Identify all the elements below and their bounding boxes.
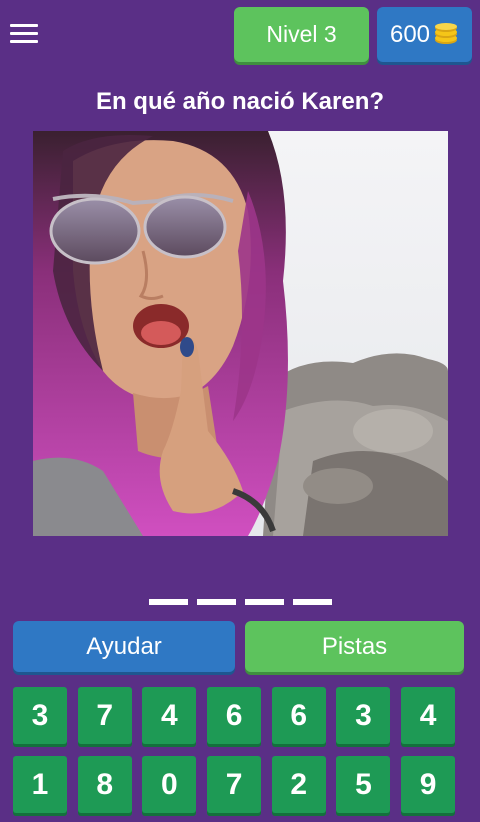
digit-key[interactable]: 5 (336, 756, 391, 813)
digit-key[interactable]: 7 (77, 687, 132, 744)
digit-key[interactable]: 3 (13, 687, 67, 744)
digit-key[interactable]: 8 (77, 756, 132, 813)
coins-value: 600 (389, 20, 431, 48)
digit-key[interactable]: 4 (142, 687, 197, 744)
digit-key[interactable]: 6 (207, 687, 262, 744)
digit-key[interactable]: 1 (13, 756, 67, 813)
digit-key[interactable]: 7 (207, 756, 262, 813)
digit-key[interactable]: 6 (271, 687, 326, 744)
menu-line (10, 40, 38, 43)
answer-slot[interactable] (149, 599, 188, 605)
question-text: En qué año nació Karen? (95, 88, 385, 115)
question-photo (33, 131, 448, 536)
answer-slots (149, 599, 332, 605)
menu-line (10, 32, 38, 35)
hamburger-menu-icon[interactable] (10, 21, 40, 45)
answer-slot[interactable] (197, 599, 236, 605)
help-button-label: Ayudar (86, 632, 162, 660)
hints-button[interactable]: Pistas (245, 621, 464, 672)
menu-line (10, 24, 38, 27)
help-button[interactable]: Ayudar (13, 621, 235, 672)
digit-key[interactable]: 4 (401, 687, 456, 744)
digit-key[interactable]: 3 (336, 687, 391, 744)
level-badge: Nivel 3 (234, 7, 369, 62)
answer-slot[interactable] (293, 599, 332, 605)
digit-keypad: 3 7 4 6 6 3 4 1 8 0 7 2 5 9 (13, 687, 467, 813)
coins-badge[interactable]: 600 (377, 7, 472, 62)
digit-key[interactable]: 0 (142, 756, 197, 813)
digit-key[interactable]: 2 (271, 756, 326, 813)
level-label: Nivel 3 (266, 21, 337, 47)
coin-stack-icon (435, 22, 458, 44)
digit-key[interactable]: 9 (401, 756, 456, 813)
hints-button-label: Pistas (321, 632, 388, 660)
answer-slot[interactable] (245, 599, 284, 605)
